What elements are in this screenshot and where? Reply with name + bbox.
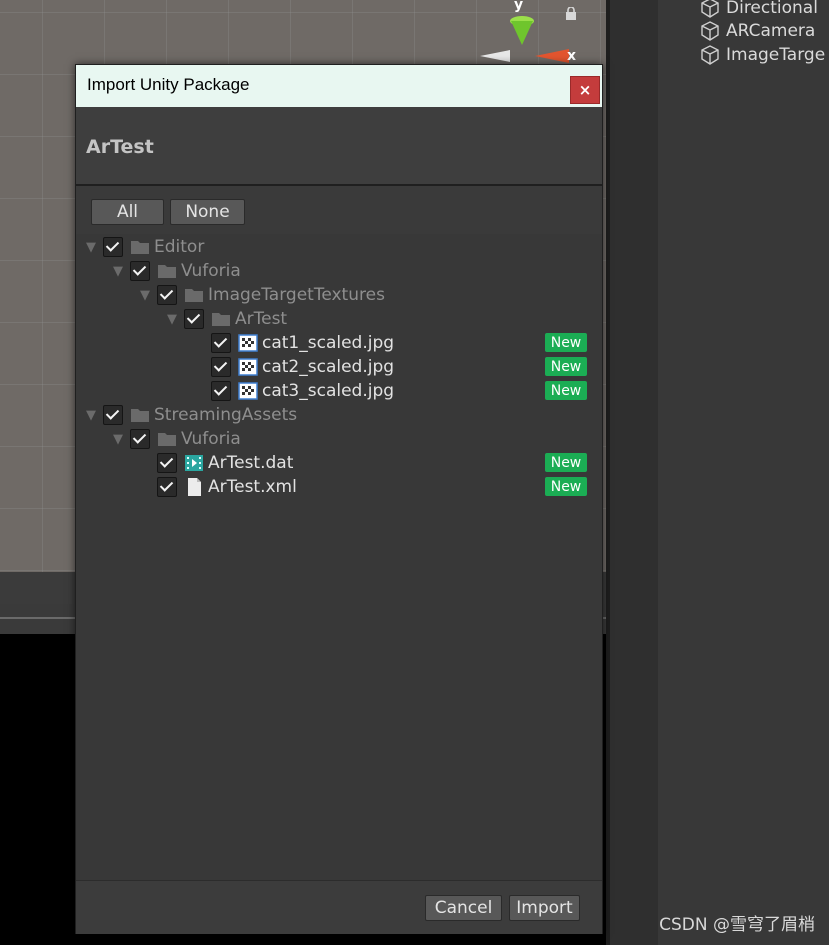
selection-buttons: All None <box>76 186 602 234</box>
cancel-button[interactable]: Cancel <box>425 895 502 921</box>
include-checkbox[interactable] <box>211 381 231 401</box>
select-none-button[interactable]: None <box>170 199 245 225</box>
hierarchy-item-label: ImageTarge <box>726 45 826 65</box>
new-badge: New <box>545 381 587 400</box>
include-checkbox[interactable] <box>157 453 177 473</box>
texture-image-icon <box>238 358 258 376</box>
inspector-gutter <box>610 0 658 945</box>
include-checkbox[interactable] <box>211 357 231 377</box>
tree-row-file[interactable]: cat1_scaled.jpg <box>208 331 394 355</box>
gizmo-x-label: x <box>567 48 577 64</box>
select-all-button[interactable]: All <box>91 199 164 225</box>
dialog-titlebar[interactable]: Import Unity Package × <box>76 65 602 107</box>
package-header: ArTest <box>76 107 602 186</box>
include-checkbox[interactable] <box>103 405 123 425</box>
watermark: CSDN @雪穹了眉梢 <box>659 915 815 935</box>
include-checkbox[interactable] <box>157 285 177 305</box>
include-checkbox[interactable] <box>130 429 150 449</box>
tree-item-label: ArTest.xml <box>208 477 297 497</box>
dialog-title: Import Unity Package <box>87 75 250 94</box>
folder-icon <box>131 409 149 422</box>
gizmo-z-axis-icon[interactable] <box>480 50 510 62</box>
gameobject-cube-icon <box>701 0 719 18</box>
dialog-footer: Cancel Import <box>76 880 602 934</box>
tree-row-file[interactable]: ArTest.xml <box>154 475 297 499</box>
tree-item-label: cat2_scaled.jpg <box>262 357 395 377</box>
hierarchy-panel: Directional ARCamera ImageTarge <box>658 0 829 945</box>
folder-icon <box>131 241 149 254</box>
tree-row-file[interactable]: cat3_scaled.jpg <box>208 379 394 403</box>
import-button[interactable]: Import <box>509 895 580 921</box>
gameobject-cube-icon <box>701 21 719 41</box>
gizmo-y-label: y <box>514 0 524 13</box>
new-badge: New <box>545 333 587 352</box>
new-badge: New <box>545 477 587 496</box>
gizmo-x-axis-icon[interactable] <box>535 49 569 63</box>
tree-row-folder[interactable]: ▼ StreamingAssets <box>82 403 297 427</box>
expand-arrow-icon[interactable]: ▼ <box>109 264 127 279</box>
tree-row-folder[interactable]: ▼ Editor <box>82 235 204 259</box>
expand-arrow-icon[interactable]: ▼ <box>82 408 100 423</box>
hierarchy-item-label: ARCamera <box>726 21 816 41</box>
package-name: ArTest <box>86 136 154 158</box>
include-checkbox[interactable] <box>157 477 177 497</box>
expand-arrow-icon[interactable]: ▼ <box>163 312 181 327</box>
expand-arrow-icon[interactable]: ▼ <box>109 432 127 447</box>
tree-item-label: Vuforia <box>181 261 241 281</box>
tree-item-label: Editor <box>154 237 205 257</box>
tree-row-folder[interactable]: ▼ ArTest <box>163 307 287 331</box>
tree-item-label: cat1_scaled.jpg <box>262 333 395 353</box>
texture-image-icon <box>238 382 258 400</box>
gameobject-cube-icon <box>701 45 719 65</box>
folder-icon <box>185 289 203 302</box>
folder-icon <box>212 313 230 326</box>
tree-row-file[interactable]: cat2_scaled.jpg <box>208 355 394 379</box>
close-button[interactable]: × <box>570 76 600 104</box>
expand-arrow-icon[interactable]: ▼ <box>136 288 154 303</box>
hierarchy-item-directional[interactable]: Directional <box>700 0 818 19</box>
new-badge: New <box>545 357 587 376</box>
video-data-icon <box>185 455 203 471</box>
new-badge: New <box>545 453 587 472</box>
tree-item-label: Vuforia <box>181 429 241 449</box>
include-checkbox[interactable] <box>211 333 231 353</box>
include-checkbox[interactable] <box>184 309 204 329</box>
hierarchy-item-label: Directional <box>726 0 818 18</box>
gizmo-y-axis-icon[interactable] <box>509 16 535 46</box>
package-tree: ▼ Editor ▼ Vuforia ▼ ImageTargetTextures… <box>76 234 602 880</box>
include-checkbox[interactable] <box>130 261 150 281</box>
lock-icon[interactable] <box>565 7 577 20</box>
tree-row-folder[interactable]: ▼ Vuforia <box>109 427 241 451</box>
hierarchy-item-arcamera[interactable]: ARCamera <box>700 20 815 42</box>
include-checkbox[interactable] <box>103 237 123 257</box>
folder-icon <box>158 433 176 446</box>
tree-item-label: ArTest.dat <box>208 453 294 473</box>
tree-row-folder[interactable]: ▼ ImageTargetTextures <box>136 283 385 307</box>
folder-icon <box>158 265 176 278</box>
hierarchy-item-imagetarget[interactable]: ImageTarge <box>700 44 825 66</box>
tree-item-label: ImageTargetTextures <box>208 285 385 305</box>
texture-image-icon <box>238 334 258 352</box>
tree-row-folder[interactable]: ▼ Vuforia <box>109 259 241 283</box>
tree-row-file[interactable]: ArTest.dat <box>154 451 293 475</box>
expand-arrow-icon[interactable]: ▼ <box>82 240 100 255</box>
document-icon <box>188 478 201 496</box>
tree-item-label: ArTest <box>235 309 288 329</box>
import-package-dialog: Import Unity Package × ArTest All None ▼… <box>75 64 603 934</box>
tree-item-label: cat3_scaled.jpg <box>262 381 395 401</box>
tree-item-label: StreamingAssets <box>154 405 298 425</box>
